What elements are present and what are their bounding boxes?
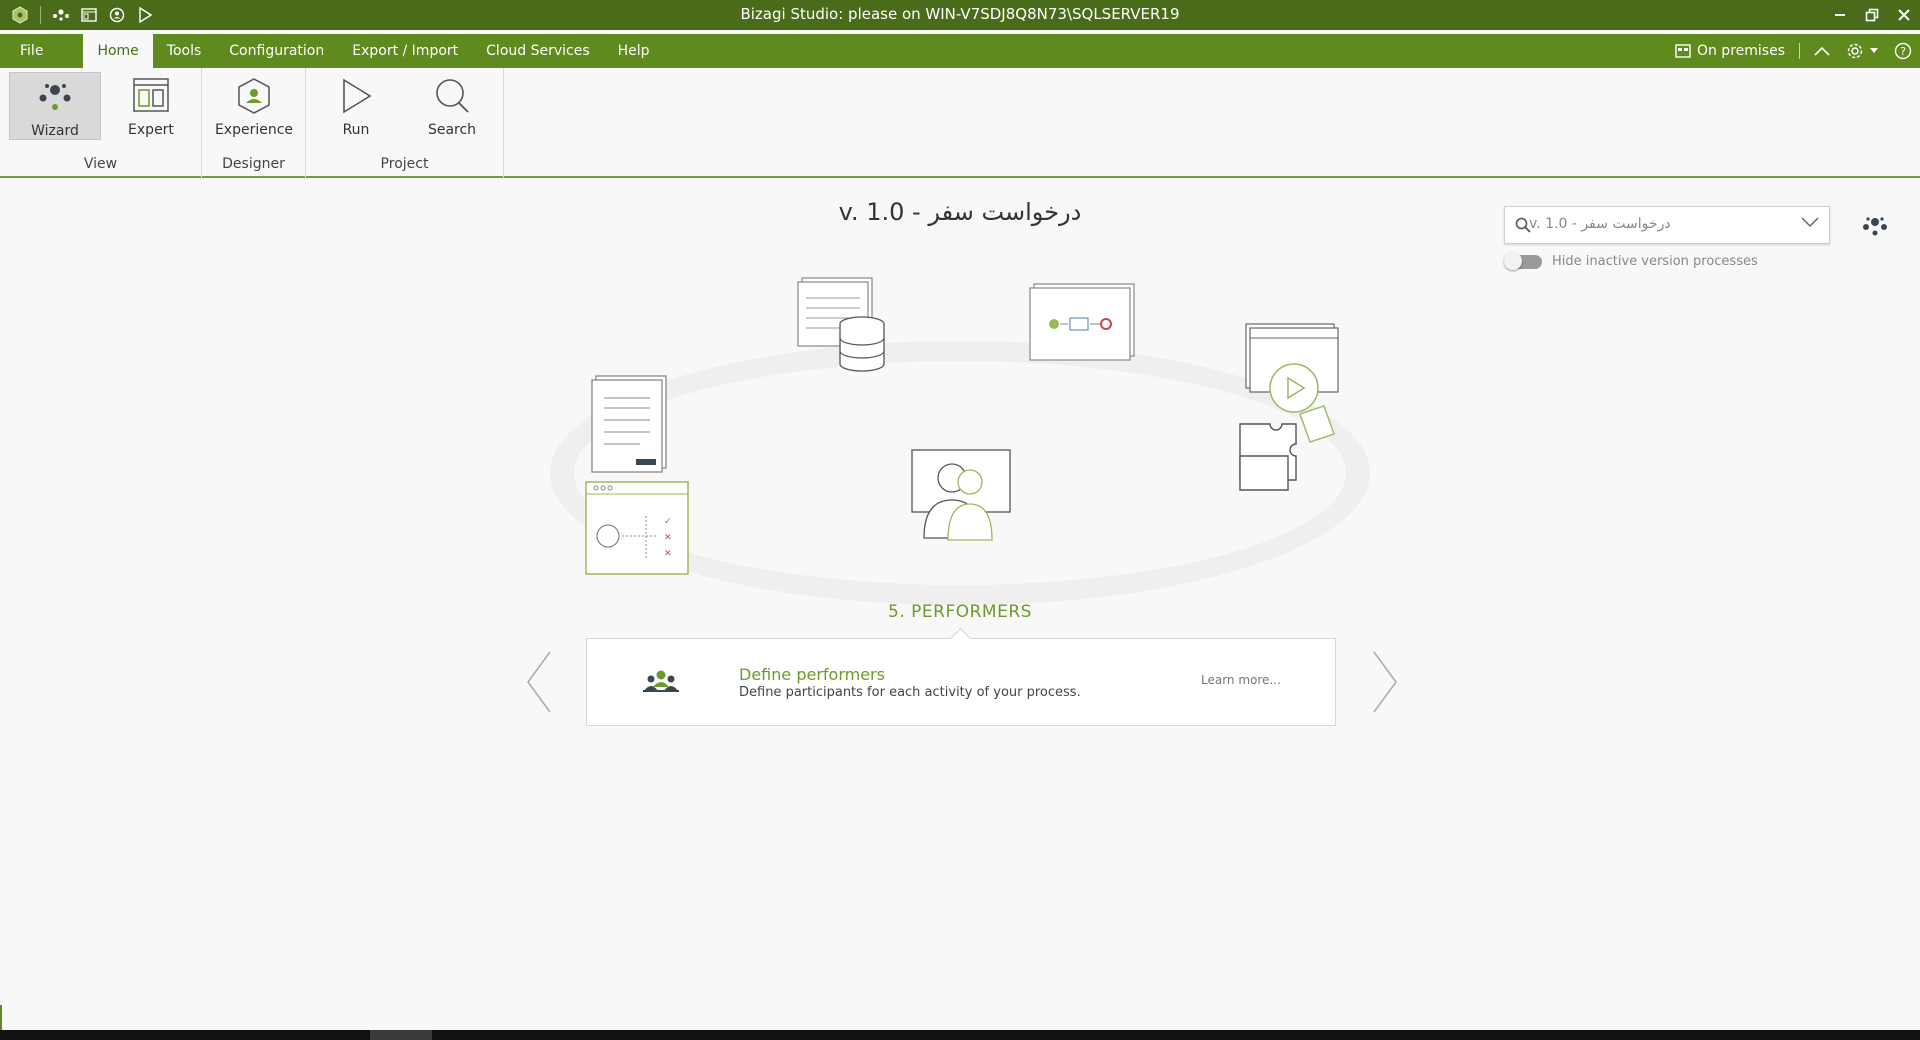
group-label-view: View (83, 156, 118, 172)
ribbon-group-project: Run Search Project (306, 68, 504, 178)
wizard-button[interactable]: Wizard (9, 72, 101, 140)
step-card-description: Define participants for each activity of… (739, 685, 1081, 700)
tab-file[interactable]: File (6, 34, 57, 68)
expert-button[interactable]: Expert (105, 72, 197, 140)
search-icon (436, 79, 469, 113)
window-title: Bizagi Studio: please on WIN-V7SDJ8Q8N73… (740, 5, 1180, 23)
process-title: درخواست سفر - v. 1.0 (838, 198, 1082, 226)
svg-text:✕: ✕ (664, 533, 672, 543)
chevron-down-icon (1870, 48, 1878, 53)
help-button[interactable]: ? (1886, 42, 1920, 60)
current-step-label: 5. PERFORMERS (888, 602, 1032, 622)
tab-tools[interactable]: Tools (153, 34, 216, 68)
step-card-title[interactable]: Define performers (739, 665, 885, 684)
experience-icon (238, 78, 270, 114)
window-edge (0, 1005, 2, 1030)
hide-inactive-label: Hide inactive version processes (1552, 254, 1758, 269)
run-label: Run (342, 122, 370, 138)
wizard-steps-illustration: ✓ ✕ ✕ (550, 277, 1370, 605)
step-business-rules-icon[interactable] (1029, 283, 1135, 361)
tab-export-import[interactable]: Export / Import (338, 34, 472, 68)
hide-inactive-toggle[interactable] (1504, 251, 1542, 270)
taskbar (0, 1030, 1920, 1040)
svg-text:?: ? (1900, 45, 1906, 58)
menu-separator (1799, 43, 1800, 59)
search-button[interactable]: Search (406, 72, 498, 140)
wizard-label: Wizard (31, 123, 79, 139)
process-search-value: درخواست سفر - v. 1.0 (1529, 216, 1671, 232)
taskbar-active-item[interactable] (370, 1030, 432, 1040)
quick-access-toolbar (0, 0, 159, 30)
minimize-button[interactable] (1824, 0, 1856, 30)
environment-icon (1675, 44, 1691, 58)
bizagi-logo-icon (6, 0, 34, 30)
experience-button[interactable]: Experience (208, 72, 300, 140)
run-button[interactable]: Run (310, 72, 402, 140)
wizard-main-area: درخواست سفر - v. 1.0 درخواست سفر - v. 1.… (0, 180, 1920, 1030)
experience-quick-icon[interactable] (103, 0, 131, 30)
svg-text:✓: ✓ (664, 517, 672, 527)
wizard-view-icon[interactable] (1860, 214, 1890, 242)
menu-bar: File Home Tools Configuration Export / I… (0, 34, 1920, 68)
collapse-ribbon-button[interactable] (1806, 46, 1838, 56)
step-forms-icon[interactable]: ✓ ✕ ✕ (585, 481, 689, 575)
wizard-quick-icon[interactable] (47, 0, 75, 30)
search-label: Search (427, 122, 477, 138)
previous-step-arrow[interactable] (524, 650, 554, 718)
title-bar: Bizagi Studio: please on WIN-V7SDJ8Q8N73… (0, 0, 1920, 30)
expert-label: Expert (128, 122, 174, 138)
chevron-down-icon[interactable] (1801, 216, 1819, 232)
next-step-arrow[interactable] (1370, 650, 1400, 718)
step-card: Define performers Define participants fo… (586, 638, 1336, 726)
learn-more-link[interactable]: Learn more... (1201, 673, 1281, 687)
ribbon-group-designer: Experience Designer (202, 68, 306, 178)
menu-right-tools: On premises ? (1667, 34, 1920, 68)
tab-cloud-services[interactable]: Cloud Services (472, 34, 603, 68)
help-icon: ? (1894, 42, 1912, 60)
tab-home[interactable]: Home (83, 34, 153, 68)
toolbar-separator (40, 6, 41, 24)
hide-inactive-toggle-row: Hide inactive version processes (1504, 251, 1758, 270)
experience-label: Experience (214, 122, 294, 138)
environment-label: On premises (1696, 43, 1785, 59)
run-icon (343, 78, 372, 114)
window-controls (1824, 0, 1920, 30)
svg-text:✕: ✕ (664, 549, 672, 559)
gear-icon (1847, 43, 1863, 59)
settings-button[interactable] (1838, 42, 1886, 60)
close-button[interactable] (1888, 0, 1920, 30)
environment-selector[interactable]: On premises (1667, 43, 1793, 59)
restore-button[interactable] (1856, 0, 1888, 30)
ribbon-group-view: Wizard Expert View (0, 68, 202, 178)
run-quick-icon[interactable] (131, 0, 159, 30)
tab-configuration[interactable]: Configuration (215, 34, 338, 68)
chevron-up-icon (1814, 46, 1830, 56)
process-search-box[interactable]: درخواست سفر - v. 1.0 (1504, 206, 1830, 244)
performers-icon (643, 669, 679, 697)
wizard-icon (39, 84, 71, 110)
group-label-designer: Designer (222, 156, 285, 172)
group-label-project: Project (380, 156, 429, 172)
step-process-model-icon[interactable] (591, 375, 667, 473)
ribbon: Wizard Expert View Experience Designer R… (0, 68, 1920, 178)
expert-quick-icon[interactable] (75, 0, 103, 30)
tab-help[interactable]: Help (604, 34, 664, 68)
expert-icon (133, 78, 169, 112)
